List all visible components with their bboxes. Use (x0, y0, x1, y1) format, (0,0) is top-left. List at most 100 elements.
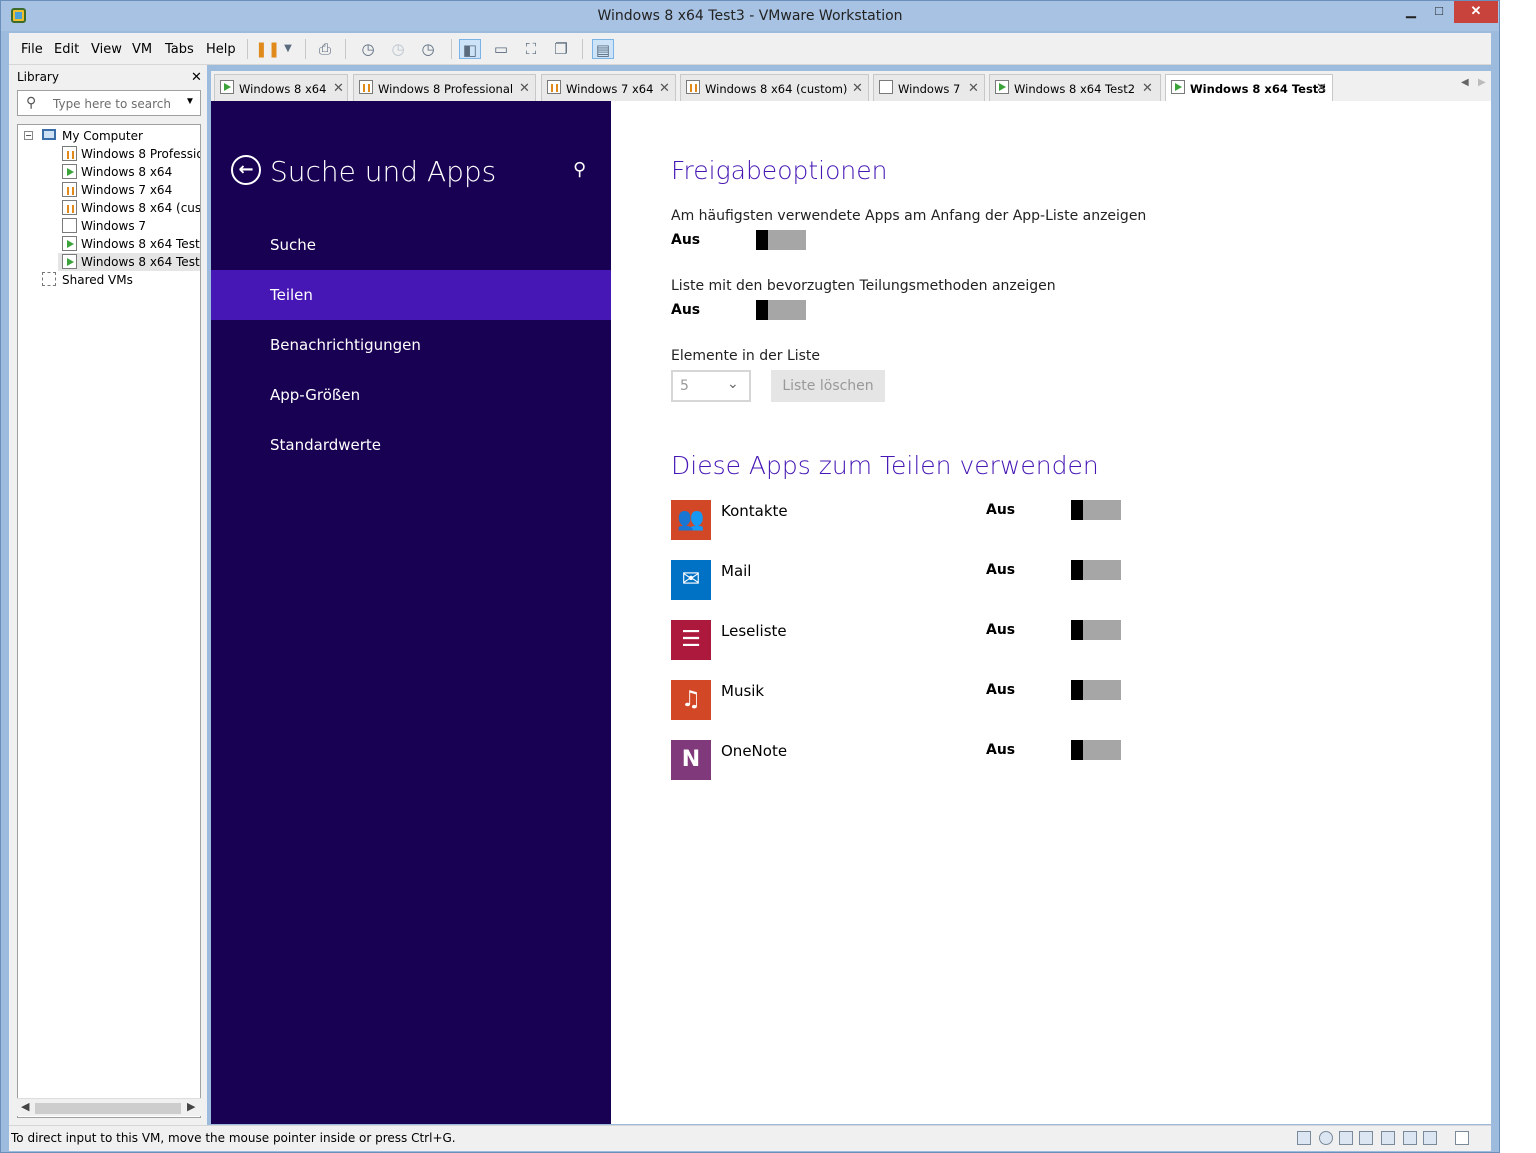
tree-item-vm[interactable]: Windows 8 Professional (18, 145, 200, 163)
menu-tabs[interactable]: Tabs (165, 42, 194, 57)
vm-paused-icon (686, 80, 700, 94)
toggle-state-label: Aus (671, 232, 701, 248)
onenote-icon: N (671, 740, 711, 780)
tree-item-vm[interactable]: Windows 8 x64 (18, 163, 200, 181)
tab-close-icon[interactable]: ✕ (968, 80, 979, 96)
full-screen-icon[interactable]: ⛶ (520, 39, 542, 59)
tab-close-icon[interactable]: ✕ (659, 80, 670, 96)
tab-vm[interactable]: Windows 7 ✕ (873, 74, 985, 101)
tab-close-icon[interactable]: ✕ (1316, 80, 1327, 96)
tree-item-shared-vms[interactable]: Shared VMs (18, 271, 200, 289)
search-icon[interactable]: ⚲ (573, 159, 586, 180)
toggle-app-kontakte[interactable] (1071, 500, 1121, 520)
list-count-select[interactable]: 5 ⌄ (671, 370, 751, 402)
vm-running-icon (62, 236, 77, 251)
clear-list-button[interactable]: Liste löschen (771, 370, 885, 402)
snapshot-manager-icon[interactable]: ◷ (417, 39, 439, 59)
tab-scroll-left-icon[interactable]: ◀ (1461, 77, 1469, 88)
tab-vm[interactable]: Windows 8 x64 Test2 ✕ (989, 74, 1161, 101)
menu-bar: File Edit View VM Tabs Help ❚❚ ▼ ⎙ ◷ ◷ ◷… (9, 33, 1491, 65)
scroll-right-icon[interactable]: ▶ (187, 1100, 195, 1113)
library-search-input[interactable]: ⚲ Type here to search ▼ (17, 90, 201, 116)
tab-close-icon[interactable]: ✕ (519, 80, 530, 96)
settings-nav-pane: ← Suche und Apps ⚲ Suche Teilen Benachri… (211, 101, 611, 1124)
scroll-left-icon[interactable]: ◀ (21, 1100, 29, 1113)
toggle-app-leseliste[interactable] (1071, 620, 1121, 640)
tab-scroll-right-icon[interactable]: ▶ (1478, 77, 1486, 88)
section-title-share-apps: Diese Apps zum Teilen verwenden (671, 451, 1099, 480)
collapse-icon[interactable]: − (24, 131, 33, 140)
display-icon[interactable] (1423, 1131, 1437, 1145)
nav-item-app-groessen[interactable]: App-Größen (211, 370, 611, 420)
show-library-icon[interactable]: ◧ (459, 39, 481, 59)
app-name: OneNote (721, 742, 788, 760)
hard-disk-icon[interactable] (1297, 1131, 1311, 1145)
nav-item-suche[interactable]: Suche (211, 220, 611, 270)
toggle-share-methods[interactable] (756, 300, 806, 320)
snapshot-revert-icon[interactable]: ◷ (387, 39, 409, 59)
send-ctrl-alt-del-icon[interactable]: ⎙ (314, 39, 336, 59)
message-icon[interactable] (1455, 1131, 1469, 1145)
tree-item-vm[interactable]: Windows 8 x64 Test2 (18, 235, 200, 253)
menu-vm[interactable]: VM (132, 42, 152, 57)
nav-item-benachrichtigungen[interactable]: Benachrichtigungen (211, 320, 611, 370)
back-arrow-icon[interactable]: ← (231, 155, 261, 185)
tree-item-vm[interactable]: Windows 7 x64 (18, 181, 200, 199)
music-icon: ♫ (671, 680, 711, 720)
library-horizontal-scrollbar[interactable]: ◀ ▶ (17, 1098, 201, 1116)
chevron-down-icon[interactable]: ▼ (185, 96, 195, 107)
tab-close-icon[interactable]: ✕ (852, 80, 863, 96)
console-view-icon[interactable]: ▤ (592, 39, 614, 59)
tab-vm[interactable]: Windows 7 x64 ✕ (541, 74, 676, 101)
nav-item-teilen[interactable]: Teilen (211, 270, 611, 320)
maximize-button[interactable]: □ (1424, 1, 1454, 23)
mail-icon: ✉ (671, 560, 711, 600)
library-close-icon[interactable]: ✕ (191, 69, 202, 85)
tab-close-icon[interactable]: ✕ (1142, 80, 1153, 96)
scrollbar-thumb[interactable] (35, 1103, 181, 1114)
tab-vm[interactable]: Windows 8 Professional ✕ (353, 74, 536, 101)
menu-view[interactable]: View (91, 42, 122, 57)
toggle-state-label: Aus (986, 742, 1016, 758)
tab-vm[interactable]: Windows 8 x64 ✕ (214, 74, 348, 101)
menu-file[interactable]: File (21, 42, 43, 57)
sound-icon[interactable] (1403, 1131, 1417, 1145)
app-name: Musik (721, 682, 765, 700)
minimize-button[interactable]: ▁ (1396, 1, 1426, 23)
menu-help[interactable]: Help (206, 42, 236, 57)
pause-icon[interactable]: ❚❚ (255, 39, 280, 59)
toolbar-separator (305, 39, 306, 59)
computer-icon (42, 129, 56, 140)
toggle-app-mail[interactable] (1071, 560, 1121, 580)
unity-icon[interactable]: ❐ (550, 39, 572, 59)
tree-item-vm[interactable]: Windows 8 x64 (custom) (18, 199, 200, 217)
tab-label: Windows 8 Professional (378, 82, 514, 96)
snapshot-take-icon[interactable]: ◷ (357, 39, 379, 59)
close-button[interactable]: ✕ (1454, 1, 1498, 23)
nav-item-label: App-Größen (270, 386, 361, 404)
toggle-app-musik[interactable] (1071, 680, 1121, 700)
toggle-app-onenote[interactable] (1071, 740, 1121, 760)
nav-item-label: Teilen (270, 286, 313, 304)
tree-item-my-computer[interactable]: − My Computer (18, 127, 200, 145)
tab-close-icon[interactable]: ✕ (333, 80, 344, 96)
search-icon: ⚲ (26, 94, 37, 110)
floppy-icon[interactable] (1339, 1131, 1353, 1145)
nav-item-standardwerte[interactable]: Standardwerte (211, 420, 611, 470)
printer-icon[interactable] (1381, 1131, 1395, 1145)
tab-vm[interactable]: Windows 8 x64 (custom) ✕ (680, 74, 869, 101)
tree-item-vm-selected[interactable]: Windows 8 x64 Test3 (58, 253, 200, 271)
tree-item-vm[interactable]: Windows 7 (18, 217, 200, 235)
app-name: Mail (721, 562, 752, 580)
tab-vm-active[interactable]: Windows 8 x64 Test3 ✕ (1165, 74, 1333, 101)
toggle-state-label: Aus (986, 622, 1016, 638)
menu-edit[interactable]: Edit (54, 42, 79, 57)
option-label: Liste mit den bevorzugten Teilungsmethod… (671, 278, 1056, 294)
quick-switch-icon[interactable]: ▭ (490, 39, 512, 59)
toggle-frequent-apps[interactable] (756, 230, 806, 250)
network-icon[interactable] (1359, 1131, 1373, 1145)
cd-dvd-icon[interactable] (1319, 1131, 1333, 1145)
vm-display[interactable]: ← Suche und Apps ⚲ Suche Teilen Benachri… (211, 101, 1491, 1124)
pause-dropdown-icon[interactable]: ▼ (277, 39, 299, 59)
window-title: Windows 8 x64 Test3 - VMware Workstation (597, 8, 903, 24)
